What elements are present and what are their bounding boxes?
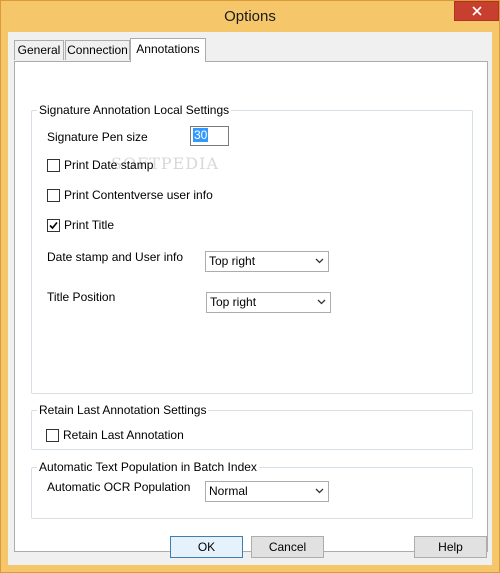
cancel-button[interactable]: Cancel [251,536,324,558]
chevron-down-icon [317,299,326,305]
checkmark-icon [49,221,58,230]
pen-size-label: Signature Pen size [47,130,148,144]
retain-settings-group: Retain Last Annotation Settings Retain L… [31,403,473,450]
ocr-population-select[interactable]: Normal [205,481,329,502]
print-user-info-checkbox[interactable] [47,189,60,202]
date-stamp-position-value: Top right [209,254,256,268]
print-title-label: Print Title [64,218,115,232]
close-button[interactable] [454,1,499,21]
print-date-stamp-checkbox[interactable] [47,159,60,172]
tab-connection[interactable]: Connection [65,40,130,60]
close-icon [472,6,482,16]
print-date-stamp-label: Print Date stamp [64,158,154,172]
retain-last-annotation-checkbox[interactable] [46,429,59,442]
pen-size-value: 30 [193,128,209,142]
help-button[interactable]: Help [414,536,487,558]
chevron-down-icon [315,258,324,264]
print-title-checkbox[interactable] [47,219,60,232]
title-position-select[interactable]: Top right [206,292,331,313]
retain-last-annotation-label: Retain Last Annotation [63,428,184,442]
title-position-value: Top right [210,295,257,309]
auto-text-population-group: Automatic Text Population in Batch Index… [31,460,473,519]
auto-text-group-title: Automatic Text Population in Batch Index [37,460,259,474]
ocr-population-label: Automatic OCR Population [47,480,191,494]
signature-settings-group: Signature Annotation Local Settings Sign… [31,103,473,394]
title-position-label: Title Position [47,290,116,304]
ocr-population-value: Normal [209,484,248,498]
annotations-panel: SOFTPEDIA Signature Annotation Local Set… [14,61,488,552]
tab-general[interactable]: General [14,40,64,60]
tab-annotations[interactable]: Annotations [130,38,206,62]
dialog-client: General Connection Annotations SOFTPEDIA… [8,32,492,565]
date-stamp-position-select[interactable]: Top right [205,251,329,272]
window-title: Options [224,8,276,25]
title-bar[interactable]: Options [1,1,499,32]
date-stamp-user-info-label: Date stamp and User info [47,250,184,264]
chevron-down-icon [315,488,324,494]
print-user-info-label: Print Contentverse user info [64,188,213,202]
ok-button[interactable]: OK [170,536,243,558]
retain-group-title: Retain Last Annotation Settings [37,403,209,417]
signature-group-title: Signature Annotation Local Settings [37,103,232,117]
pen-size-input[interactable]: 30 [190,126,229,146]
options-window: Options General Connection Annotations S… [0,0,500,573]
